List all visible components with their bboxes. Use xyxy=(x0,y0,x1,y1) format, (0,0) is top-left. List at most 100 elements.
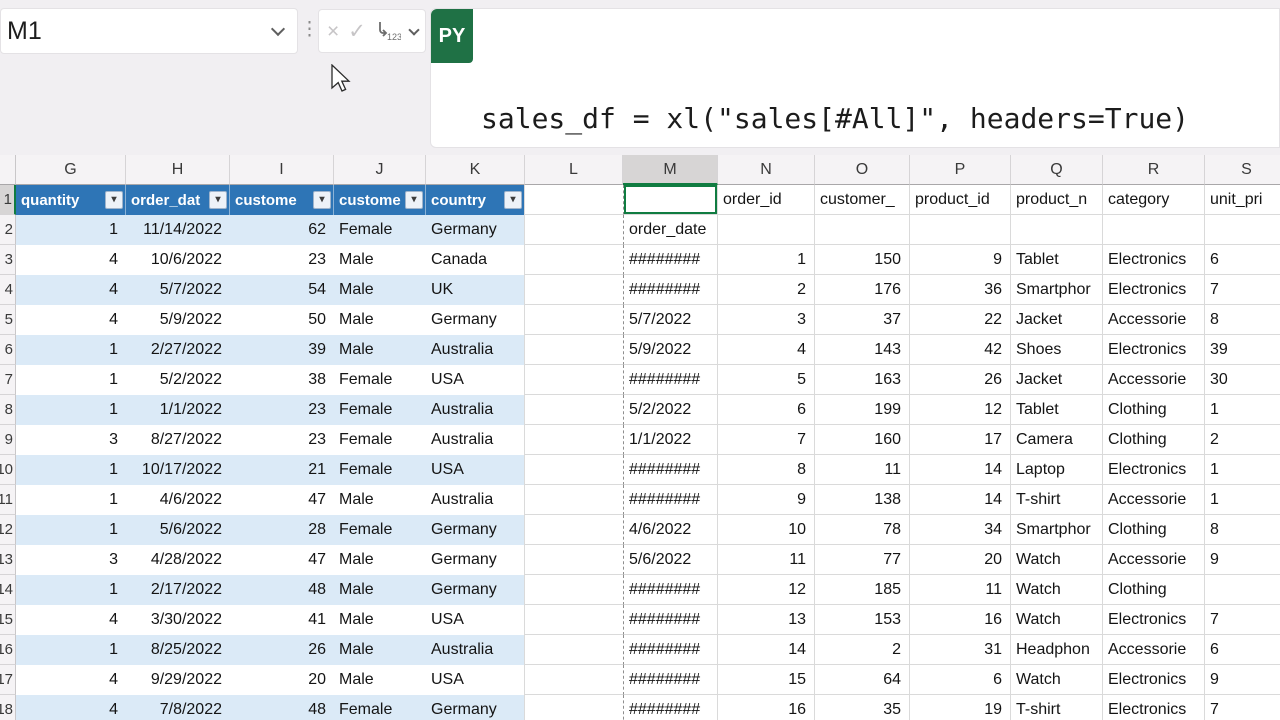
row-header-1[interactable]: 1 xyxy=(0,185,16,215)
cell-N13[interactable]: 11 xyxy=(718,545,815,575)
table-header-K1[interactable]: country▾ xyxy=(426,185,525,215)
cell-H10[interactable]: 10/17/2022 xyxy=(126,455,230,485)
cell-Q17[interactable]: Watch xyxy=(1011,665,1103,695)
cell-K18[interactable]: Germany xyxy=(426,695,525,720)
row-header-11[interactable]: 11 xyxy=(0,485,16,515)
cell-G9[interactable]: 3 xyxy=(16,425,126,455)
cell-M7[interactable]: ######## xyxy=(623,365,718,395)
cell-N6[interactable]: 4 xyxy=(718,335,815,365)
cell-H15[interactable]: 3/30/2022 xyxy=(126,605,230,635)
row-header-15[interactable]: 15 xyxy=(0,605,16,635)
cell-J17[interactable]: Male xyxy=(334,665,426,695)
cell-H13[interactable]: 4/28/2022 xyxy=(126,545,230,575)
cell-G17[interactable]: 4 xyxy=(16,665,126,695)
cell-L14[interactable] xyxy=(525,575,623,605)
cell-L2[interactable] xyxy=(525,215,623,245)
cell-N3[interactable]: 1 xyxy=(718,245,815,275)
column-header-G[interactable]: G xyxy=(16,155,126,185)
enter-icon[interactable]: ✓ xyxy=(348,21,366,42)
cell-K16[interactable]: Australia xyxy=(426,635,525,665)
cell-N14[interactable]: 12 xyxy=(718,575,815,605)
cell-J7[interactable]: Female xyxy=(334,365,426,395)
cell-I2[interactable]: 62 xyxy=(230,215,334,245)
cell-N16[interactable]: 14 xyxy=(718,635,815,665)
cell-H16[interactable]: 8/25/2022 xyxy=(126,635,230,665)
formula-bar-input[interactable]: PY sales_df = xl("sales[#All]", headers=… xyxy=(430,8,1280,148)
cell-J11[interactable]: Male xyxy=(334,485,426,515)
cell-L17[interactable] xyxy=(525,665,623,695)
filter-button[interactable]: ▾ xyxy=(405,191,423,209)
cell-Q16[interactable]: Headphon xyxy=(1011,635,1103,665)
cell-L18[interactable] xyxy=(525,695,623,720)
cell-P2[interactable] xyxy=(910,215,1011,245)
cell-G11[interactable]: 1 xyxy=(16,485,126,515)
cell-L7[interactable] xyxy=(525,365,623,395)
cell-R13[interactable]: Accessorie xyxy=(1103,545,1205,575)
cell-Q4[interactable]: Smartphor xyxy=(1011,275,1103,305)
cell-L5[interactable] xyxy=(525,305,623,335)
cell-S18[interactable]: 7 xyxy=(1205,695,1280,720)
cell-K5[interactable]: Germany xyxy=(426,305,525,335)
cell-M5[interactable]: 5/7/2022 xyxy=(623,305,718,335)
cell-P9[interactable]: 17 xyxy=(910,425,1011,455)
cell-K2[interactable]: Germany xyxy=(426,215,525,245)
cell-S2[interactable] xyxy=(1205,215,1280,245)
cell-P16[interactable]: 31 xyxy=(910,635,1011,665)
column-header-M[interactable]: M xyxy=(623,155,718,185)
cell-H9[interactable]: 8/27/2022 xyxy=(126,425,230,455)
cell-R3[interactable]: Electronics xyxy=(1103,245,1205,275)
cell-J2[interactable]: Female xyxy=(334,215,426,245)
cell-K15[interactable]: USA xyxy=(426,605,525,635)
cell-G15[interactable]: 4 xyxy=(16,605,126,635)
cell-S15[interactable]: 7 xyxy=(1205,605,1280,635)
cell-Q7[interactable]: Jacket xyxy=(1011,365,1103,395)
cell-P7[interactable]: 26 xyxy=(910,365,1011,395)
cell-S9[interactable]: 2 xyxy=(1205,425,1280,455)
cell-I10[interactable]: 21 xyxy=(230,455,334,485)
cell-O13[interactable]: 77 xyxy=(815,545,910,575)
name-box[interactable]: M1 xyxy=(0,8,298,54)
cell-G16[interactable]: 1 xyxy=(16,635,126,665)
cell-I16[interactable]: 26 xyxy=(230,635,334,665)
cell-L1[interactable] xyxy=(525,185,623,215)
column-header-Q[interactable]: Q xyxy=(1011,155,1103,185)
name-box-chevron-icon[interactable] xyxy=(271,21,285,35)
cell-I18[interactable]: 48 xyxy=(230,695,334,720)
cell-N4[interactable]: 2 xyxy=(718,275,815,305)
cell-P17[interactable]: 6 xyxy=(910,665,1011,695)
cell-O15[interactable]: 153 xyxy=(815,605,910,635)
cell-O18[interactable]: 35 xyxy=(815,695,910,720)
cell-H14[interactable]: 2/17/2022 xyxy=(126,575,230,605)
cell-O1[interactable]: customer_ xyxy=(815,185,910,215)
cell-I12[interactable]: 28 xyxy=(230,515,334,545)
row-header-3[interactable]: 3 xyxy=(0,245,16,275)
cell-G3[interactable]: 4 xyxy=(16,245,126,275)
cell-R1[interactable]: category xyxy=(1103,185,1205,215)
cell-O9[interactable]: 160 xyxy=(815,425,910,455)
cancel-icon[interactable]: × xyxy=(327,21,339,42)
cell-R8[interactable]: Clothing xyxy=(1103,395,1205,425)
cell-K8[interactable]: Australia xyxy=(426,395,525,425)
cell-G14[interactable]: 1 xyxy=(16,575,126,605)
column-header-J[interactable]: J xyxy=(334,155,426,185)
cell-M13[interactable]: 5/6/2022 xyxy=(623,545,718,575)
cell-O6[interactable]: 143 xyxy=(815,335,910,365)
table-header-I1[interactable]: custome▾ xyxy=(230,185,334,215)
cell-K11[interactable]: Australia xyxy=(426,485,525,515)
cell-R7[interactable]: Accessorie xyxy=(1103,365,1205,395)
cell-J6[interactable]: Male xyxy=(334,335,426,365)
cell-S12[interactable]: 8 xyxy=(1205,515,1280,545)
cell-M4[interactable]: ######## xyxy=(623,275,718,305)
cell-R4[interactable]: Electronics xyxy=(1103,275,1205,305)
cell-L13[interactable] xyxy=(525,545,623,575)
selected-cell-M1[interactable] xyxy=(623,185,718,215)
cell-K3[interactable]: Canada xyxy=(426,245,525,275)
cell-O14[interactable]: 185 xyxy=(815,575,910,605)
cell-I5[interactable]: 50 xyxy=(230,305,334,335)
cell-N8[interactable]: 6 xyxy=(718,395,815,425)
cell-I9[interactable]: 23 xyxy=(230,425,334,455)
cell-Q10[interactable]: Laptop xyxy=(1011,455,1103,485)
formula-bar-splitter-icon[interactable]: ⋮ xyxy=(300,8,316,54)
cell-P6[interactable]: 42 xyxy=(910,335,1011,365)
cell-N9[interactable]: 7 xyxy=(718,425,815,455)
